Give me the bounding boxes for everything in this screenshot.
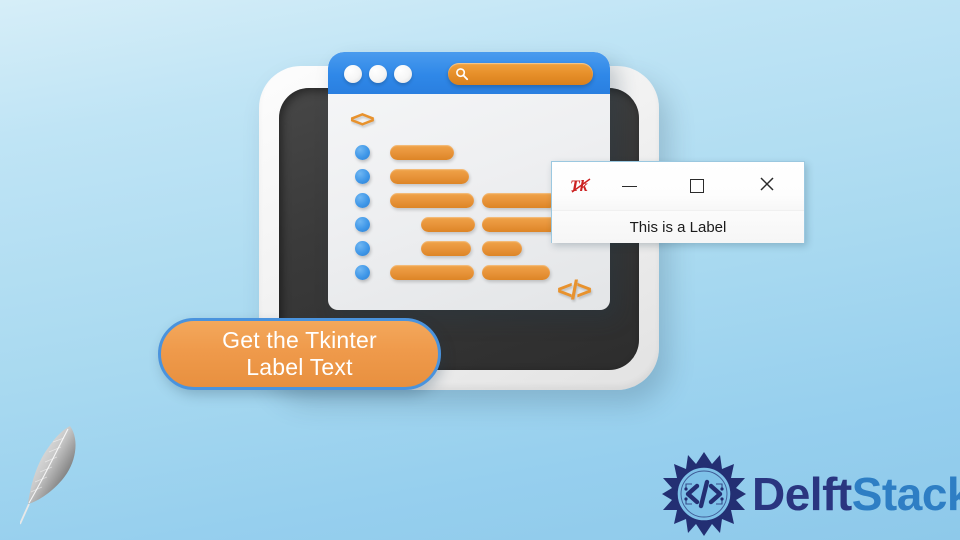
tkinter-titlebar[interactable]: Tk <box>552 162 804 211</box>
tkinter-label: This is a Label <box>629 218 727 236</box>
window-dot-1 <box>344 65 362 83</box>
delftstack-logo: DelftStack <box>662 452 960 536</box>
code-row-bullet <box>355 217 370 232</box>
tkinter-window-body: This is a Label <box>552 211 804 243</box>
code-open-tag-icon: <> <box>350 106 375 132</box>
code-close-tag-icon: </> <box>556 275 592 305</box>
tk-logo-icon: Tk <box>570 176 596 196</box>
close-button[interactable] <box>744 171 790 201</box>
window-dot-3 <box>394 65 412 83</box>
code-line-bar <box>482 241 522 256</box>
code-line-bar <box>482 265 550 280</box>
window-dot-2 <box>369 65 387 83</box>
search-icon <box>455 67 469 81</box>
title-callout-text: Get the Tkinter Label Text <box>222 327 377 381</box>
screenshot-canvas: <> </> Tk This is a Label Get the Tkinte… <box>0 0 960 540</box>
title-callout-line-2: Label Text <box>246 354 353 380</box>
title-callout: Get the Tkinter Label Text <box>158 318 441 390</box>
close-icon <box>759 176 775 197</box>
panel-topbar <box>328 52 610 94</box>
code-row-bullet <box>355 193 370 208</box>
code-line-bar <box>390 193 474 208</box>
feather-quill-icon <box>19 418 90 528</box>
code-line-bar <box>390 265 474 280</box>
code-line-bar <box>421 241 471 256</box>
code-line-bar <box>390 169 469 184</box>
brand-word-stack: Stack <box>851 468 960 520</box>
minimize-button[interactable] <box>606 171 652 201</box>
search-input[interactable] <box>448 63 593 85</box>
delftstack-mandala-icon <box>662 452 746 536</box>
tkinter-window[interactable]: Tk This is a Label <box>551 161 805 243</box>
maximize-button[interactable] <box>674 171 720 201</box>
brand-word-delft: Delft <box>752 468 852 520</box>
code-line-bar <box>390 145 454 160</box>
code-line-bar <box>482 193 557 208</box>
code-row-bullet <box>355 241 370 256</box>
code-row-bullet <box>355 145 370 160</box>
code-row-bullet <box>355 169 370 184</box>
code-line-bar <box>421 217 475 232</box>
minimize-icon <box>621 185 637 187</box>
delftstack-wordmark: DelftStack <box>752 467 960 521</box>
title-callout-line-1: Get the Tkinter <box>222 327 377 353</box>
maximize-icon <box>690 179 704 193</box>
code-row-bullet <box>355 265 370 280</box>
